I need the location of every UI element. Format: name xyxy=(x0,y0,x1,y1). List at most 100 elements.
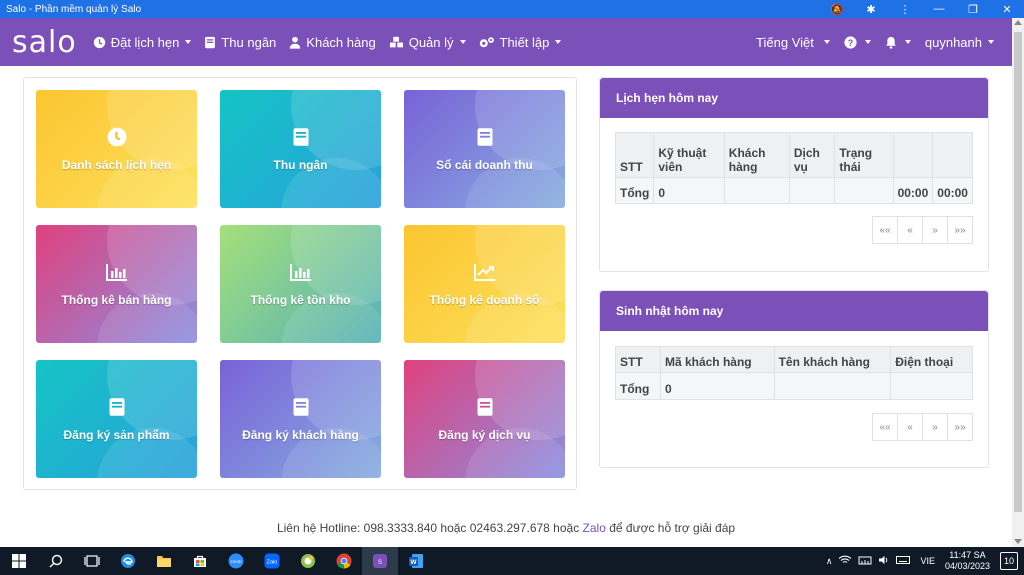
extensions-icon[interactable]: ✱ xyxy=(854,0,888,18)
next-page-button[interactable]: » xyxy=(922,413,948,441)
tile-cashier[interactable]: Thu ngân xyxy=(220,90,381,208)
scroll-thumb[interactable] xyxy=(1014,32,1022,512)
nav-management[interactable]: Quản lý xyxy=(389,35,466,50)
edge-browser-icon[interactable] xyxy=(110,547,146,575)
speaker-icon[interactable] xyxy=(878,555,890,567)
shortcut-tiles-panel: Danh sách lịch hẹn Thu ngân Sổ cái doanh… xyxy=(23,77,577,490)
birthdays-table: STT Mã khách hàng Tên khách hàng Điện th… xyxy=(615,346,973,400)
nav-appointments[interactable]: Đặt lịch hẹn xyxy=(93,35,192,50)
column-header: Tên khách hàng xyxy=(773,346,892,373)
chevron-down-icon xyxy=(555,40,562,44)
window-title-bar: Salo - Phần mềm quản lý Salo 🔕 ✱ ⋮ — ❐ ✕ xyxy=(0,0,1024,18)
column-header: Kỹ thuật viên xyxy=(653,132,725,178)
svg-text:?: ? xyxy=(848,37,853,47)
wifi-icon[interactable] xyxy=(838,555,852,567)
zoom-app-icon[interactable]: zoom xyxy=(218,547,254,575)
tile-label: Thống kê bán hàng xyxy=(61,293,172,307)
nav-customers[interactable]: Khách hàng xyxy=(289,35,376,50)
nav-settings-label: Thiết lập xyxy=(499,34,550,50)
book-icon xyxy=(476,396,494,418)
column-header: STT xyxy=(615,346,661,373)
scroll-down-arrow-icon[interactable] xyxy=(1014,539,1022,544)
bell-icon xyxy=(886,36,896,49)
zalo-app-icon[interactable]: Zalo xyxy=(254,547,290,575)
prev-page-button[interactable]: « xyxy=(897,413,923,441)
close-button[interactable]: ✕ xyxy=(990,0,1024,18)
tile-register-customer[interactable]: Đăng ký khách hàng xyxy=(220,360,381,478)
help-icon: ? xyxy=(844,35,857,49)
total-label: Tổng xyxy=(614,177,655,204)
column-header: Điện thoại xyxy=(890,346,973,373)
tile-inventory-stats[interactable]: Thống kê tồn kho xyxy=(220,225,381,343)
tile-register-service[interactable]: Đăng ký dịch vụ xyxy=(404,360,565,478)
user-icon xyxy=(290,36,301,49)
username-label: quynhanh xyxy=(924,34,982,50)
column-header xyxy=(892,132,934,178)
nav-settings[interactable]: Thiết lập xyxy=(479,35,562,50)
svg-text:Zalo: Zalo xyxy=(267,560,278,566)
birthdays-today-panel: Sinh nhật hôm nay STT Mã khách hàng Tên … xyxy=(599,290,989,468)
scroll-up-arrow-icon[interactable] xyxy=(1014,20,1022,25)
mute-notifications-icon[interactable]: 🔕 xyxy=(820,0,854,18)
book-icon xyxy=(292,396,310,418)
network-icon[interactable] xyxy=(858,555,872,567)
first-page-button[interactable]: «« xyxy=(872,216,898,244)
store-icon[interactable] xyxy=(182,547,218,575)
tile-label: Thống kê doanh số xyxy=(429,293,540,307)
task-view-icon[interactable] xyxy=(74,547,110,575)
total-time: 00:00 xyxy=(932,177,973,204)
book-icon xyxy=(476,126,494,148)
notifications-menu[interactable] xyxy=(885,36,911,49)
word-app-icon[interactable]: W xyxy=(398,547,434,575)
search-icon[interactable] xyxy=(38,547,74,575)
nav-cashier-label: Thu ngân xyxy=(221,34,277,50)
page-scrollbar[interactable] xyxy=(1012,18,1024,547)
column-header: Trạng thái xyxy=(834,132,894,178)
green-app-icon[interactable] xyxy=(290,547,326,575)
appointments-today-panel: Lịch hẹn hôm nay STT Kỹ thuật viên Khách… xyxy=(599,77,989,272)
clock[interactable]: 11:47 SA 04/03/2023 xyxy=(945,550,990,572)
chevron-down-icon xyxy=(988,40,994,44)
chrome-browser-icon[interactable] xyxy=(326,547,362,575)
next-page-button[interactable]: » xyxy=(922,216,948,244)
help-menu[interactable]: ? xyxy=(844,35,871,49)
first-page-button[interactable]: «« xyxy=(872,413,898,441)
nav-cashier[interactable]: Thu ngân xyxy=(204,35,276,50)
more-menu-icon[interactable]: ⋮ xyxy=(888,0,922,18)
tile-revenue-stats[interactable]: Thống kê doanh số xyxy=(404,225,565,343)
chevron-down-icon xyxy=(185,40,192,44)
tile-revenue-ledger[interactable]: Sổ cái doanh thu xyxy=(404,90,565,208)
appointments-panel-title: Lịch hẹn hôm nay xyxy=(600,78,988,118)
user-menu[interactable]: quynhanh xyxy=(925,35,994,50)
column-header: Dịch vụ xyxy=(788,132,836,178)
chevron-up-icon[interactable]: ∧ xyxy=(826,556,833,567)
bar-chart-icon xyxy=(289,261,312,283)
svg-text:W: W xyxy=(410,559,417,566)
salo-app-taskbar-icon[interactable]: S xyxy=(362,547,398,575)
input-language[interactable]: VIE xyxy=(920,556,935,566)
system-tray: ∧ VIE 11:47 SA 04/03/2023 10 xyxy=(820,547,1024,575)
keyboard-icon[interactable] xyxy=(896,555,911,567)
last-page-button[interactable]: »» xyxy=(947,413,973,441)
table-total-row: Tổng 0 xyxy=(615,372,973,400)
tile-label: Danh sách lịch hẹn xyxy=(61,158,172,172)
notification-center-icon[interactable]: 10 xyxy=(1000,552,1018,570)
prev-page-button[interactable]: « xyxy=(897,216,923,244)
tile-register-product[interactable]: Đăng ký sản phẩm xyxy=(36,360,197,478)
language-selector[interactable]: Tiếng Việt xyxy=(756,35,830,50)
windows-start-icon[interactable] xyxy=(0,547,38,575)
cogs-icon xyxy=(479,36,494,47)
minimize-button[interactable]: — xyxy=(922,0,956,18)
tile-label: Sổ cái doanh thu xyxy=(436,158,533,172)
footer-hotline-text: Liên hệ Hotline: 098.3333.840 hoặc 02463… xyxy=(276,521,583,535)
last-page-button[interactable]: »» xyxy=(947,216,973,244)
zalo-link[interactable]: Zalo xyxy=(583,521,606,535)
chevron-down-icon xyxy=(904,40,911,44)
tile-label: Đăng ký sản phẩm xyxy=(63,428,170,442)
file-explorer-icon[interactable] xyxy=(146,547,182,575)
tile-appointment-list[interactable]: Danh sách lịch hẹn xyxy=(36,90,197,208)
salo-logo[interactable]: salo xyxy=(12,25,77,60)
column-header: Khách hàng xyxy=(723,132,790,178)
tile-sales-stats[interactable]: Thống kê bán hàng xyxy=(36,225,197,343)
restore-button[interactable]: ❐ xyxy=(956,0,990,18)
